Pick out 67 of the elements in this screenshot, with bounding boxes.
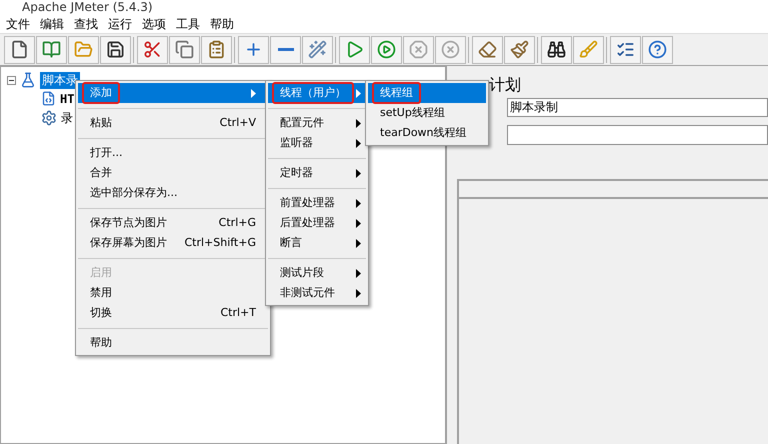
menu-bar-item[interactable]: 选项 [138, 14, 170, 32]
menu-item[interactable]: 定时器 [268, 163, 366, 183]
eraser-icon [478, 40, 497, 59]
plus-icon [244, 40, 263, 59]
menu-item[interactable]: 切换 Ctrl+T [78, 303, 268, 323]
menu-item[interactable]: 线程（用户） [268, 83, 366, 103]
menu-item[interactable]: 打开... [78, 143, 268, 163]
save-icon [106, 40, 125, 59]
panel-title: 计划 [488, 74, 522, 96]
menu-bar-item[interactable]: 编辑 [36, 14, 68, 32]
menu-item[interactable]: setUp线程组 [368, 103, 486, 123]
script-icon [41, 91, 56, 106]
circle-x-icon [441, 40, 460, 59]
shortcut-text: Ctrl+Shift+G [183, 234, 256, 251]
menu-item[interactable]: 线程组 [368, 83, 486, 103]
list-icon [616, 40, 635, 59]
menu-item[interactable]: 非测试元件 [268, 283, 366, 303]
menu-item[interactable]: 添加 [78, 83, 268, 103]
tree-node[interactable]: 脚本录 [40, 72, 80, 88]
menu-item[interactable]: 合并 [78, 163, 268, 183]
menu-bar-item[interactable]: 帮助 [206, 14, 238, 32]
menu-bar-item[interactable]: 工具 [172, 14, 204, 32]
tree-node[interactable]: 录 [61, 108, 73, 126]
stop-icon [409, 40, 428, 59]
menu-bar-item[interactable]: 文件 [2, 14, 34, 32]
menu-item[interactable]: 配置元件 [268, 113, 366, 133]
brush-icon [510, 40, 529, 59]
name-field[interactable]: 脚本录制 [507, 98, 768, 117]
menu-item[interactable]: tearDown线程组 [368, 123, 486, 143]
shortcut-text: Ctrl+V [218, 114, 256, 131]
shortcut-text: Ctrl+T [219, 304, 256, 321]
menu-bar-item[interactable]: 查找 [70, 14, 102, 32]
play-icon [377, 40, 396, 59]
minus-icon [278, 48, 294, 51]
toolbar-button[interactable] [541, 36, 572, 64]
menu-item[interactable]: 测试片段 [268, 263, 366, 283]
collapse-toggle-icon[interactable] [7, 76, 16, 84]
new-file-icon [10, 40, 29, 59]
menu-item[interactable]: 保存节点为图片 Ctrl+G [78, 213, 268, 233]
menu-item[interactable]: 监听器 [268, 133, 366, 153]
tree-node[interactable]: HT [60, 90, 74, 108]
play-icon [345, 40, 364, 59]
scissors-icon [143, 40, 162, 59]
shortcut-text: Ctrl+G [218, 214, 256, 231]
menu-item[interactable]: 前置处理器 [268, 193, 366, 213]
help-icon [648, 40, 667, 59]
menu-item[interactable]: 禁用 [78, 283, 268, 303]
menu-item[interactable]: 保存屏幕为图片 Ctrl+Shift+G [78, 233, 268, 253]
comment-field[interactable] [507, 125, 768, 145]
copy-icon [175, 40, 194, 59]
menu-item[interactable]: 选中部分保存为... [78, 183, 268, 203]
window-title: Apache JMeter (5.4.3) [22, 0, 153, 14]
toolbar-button[interactable] [4, 36, 35, 64]
menu-item[interactable]: 后置处理器 [268, 213, 366, 233]
toolbar-button[interactable] [100, 36, 131, 64]
menu-bar-item[interactable]: 运行 [104, 14, 136, 32]
toolbar-button[interactable] [610, 36, 641, 64]
flask-icon [20, 72, 36, 88]
folder-icon [74, 40, 93, 59]
book-icon [42, 40, 61, 59]
binoculars-icon [547, 40, 566, 59]
menu-item[interactable]: 断言 [268, 233, 366, 253]
menu-item[interactable]: 粘贴 Ctrl+V [78, 113, 268, 133]
wand-icon [308, 40, 327, 59]
menu-item[interactable]: 帮助 [78, 333, 268, 353]
clipboard-icon [207, 40, 226, 59]
gear-icon [41, 110, 57, 126]
